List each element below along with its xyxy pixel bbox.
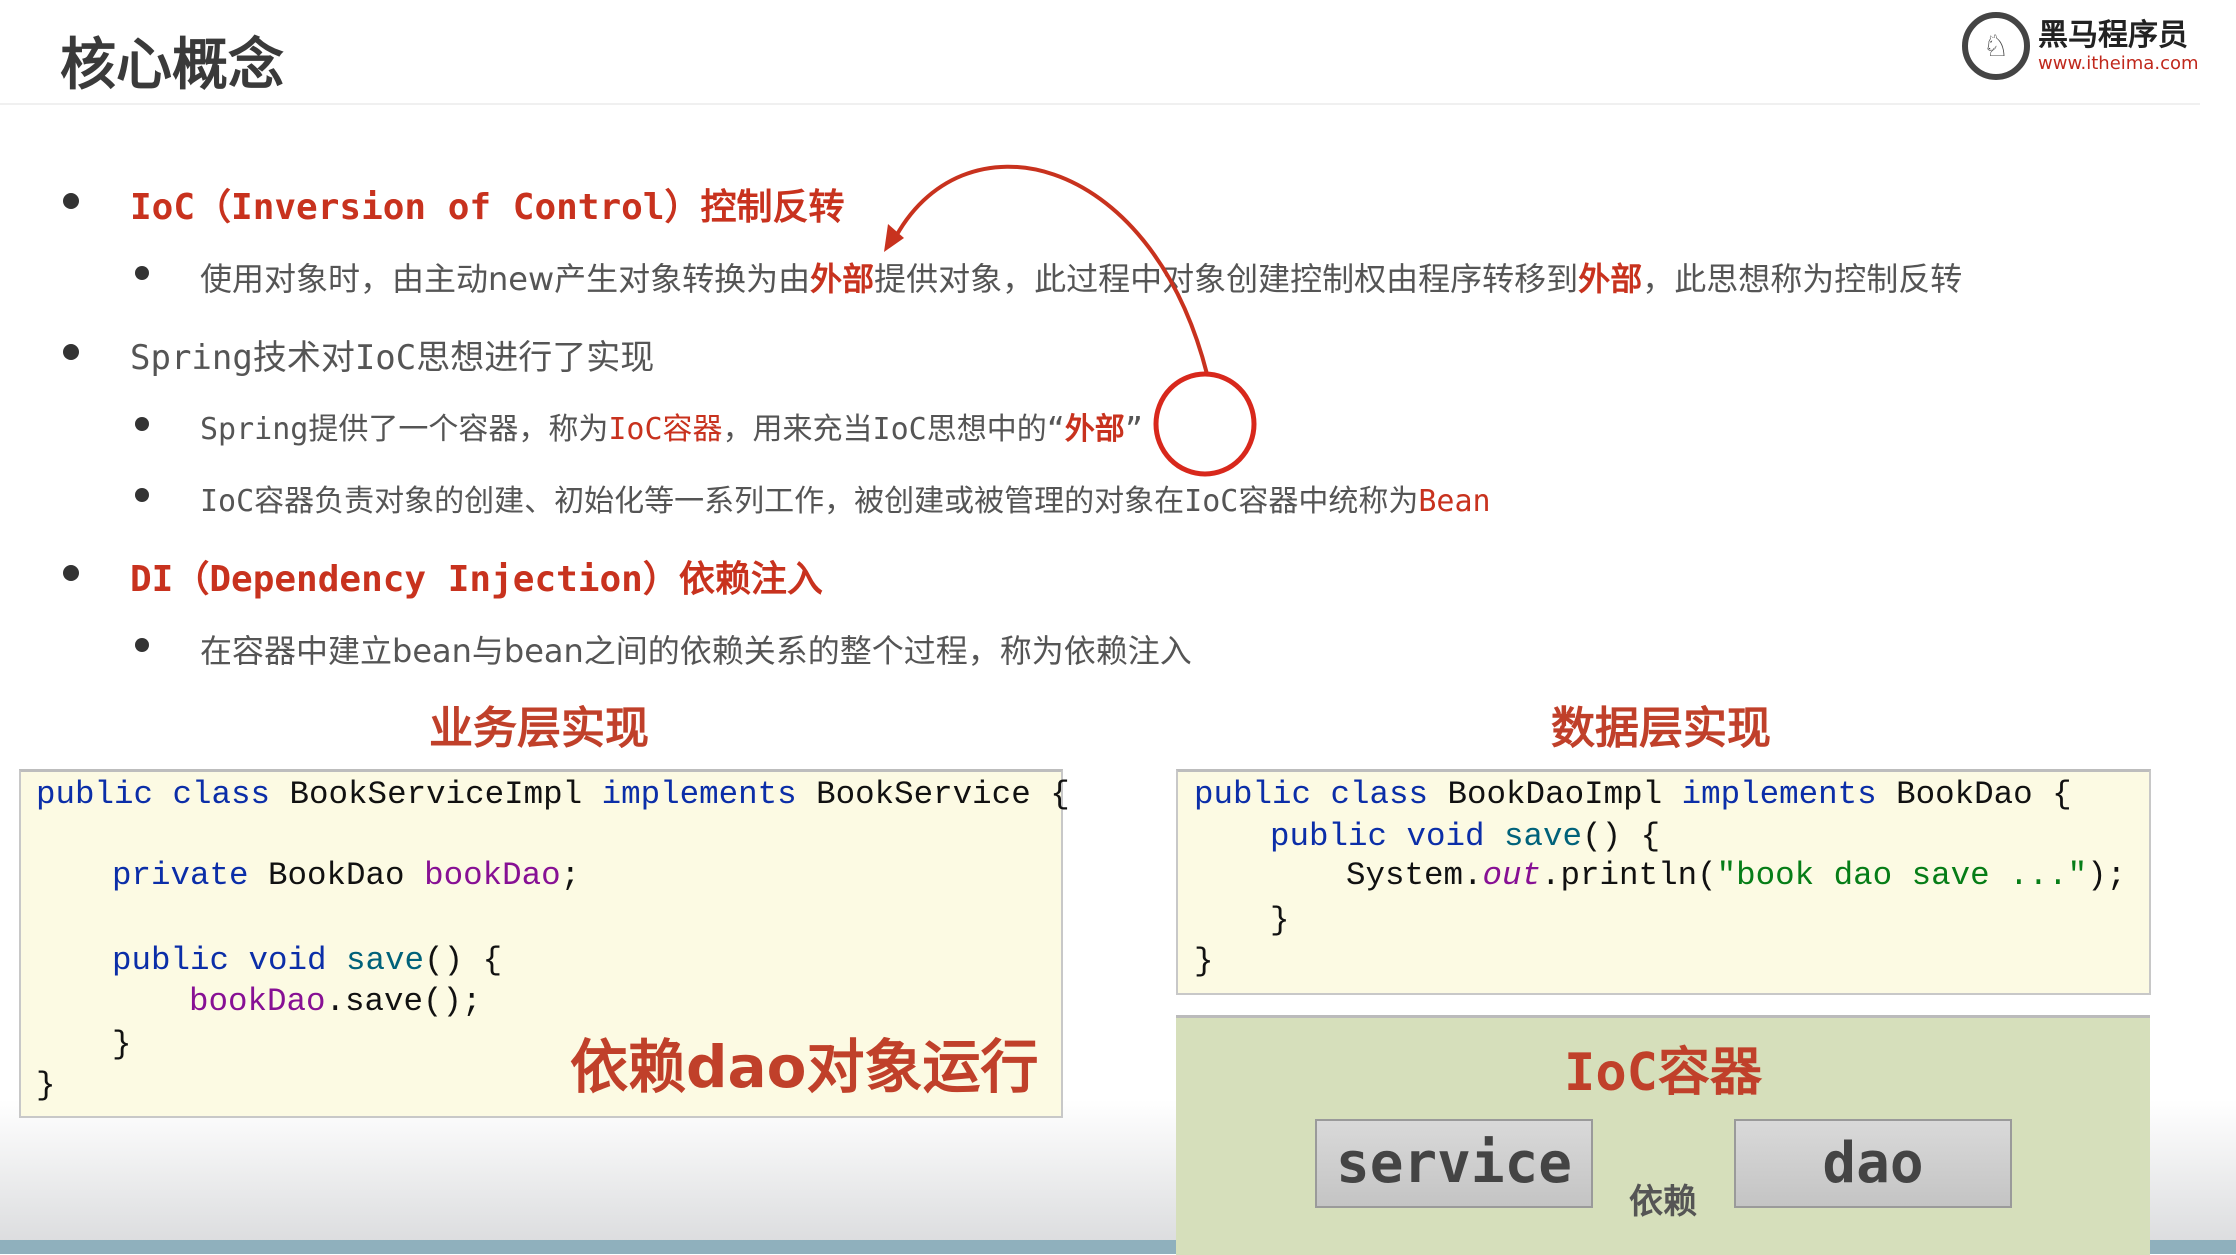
data-layer-heading: 数据层实现 bbox=[1551, 703, 1771, 754]
code-line: } bbox=[36, 1067, 56, 1104]
code-keyword: public class bbox=[1194, 776, 1448, 813]
code-line: public void save() { bbox=[1270, 818, 1660, 855]
code-keyword: implements bbox=[1681, 776, 1897, 813]
code-line: public void save() { bbox=[112, 942, 502, 979]
code-text: .println( bbox=[1541, 857, 1717, 894]
code-text: BookServiceImpl bbox=[289, 776, 602, 813]
highlight-circle bbox=[1153, 371, 1257, 477]
code-keyword: implements bbox=[601, 776, 817, 813]
service-box: service bbox=[1315, 1119, 1593, 1208]
code-line: public class BookDaoImpl implements Book… bbox=[1194, 776, 2072, 813]
code-line: public class BookServiceImpl implements … bbox=[36, 776, 1070, 813]
code-line: bookDao.save(); bbox=[189, 983, 482, 1020]
ioc-container-title: IoC容器 bbox=[1564, 1043, 1762, 1103]
code-keyword: public void bbox=[1270, 818, 1505, 855]
code-field: bookDao bbox=[424, 857, 561, 894]
curved-arrow bbox=[891, 164, 1209, 375]
code-method: save bbox=[346, 942, 425, 979]
code-text: BookService { bbox=[816, 776, 1070, 813]
code-field: out bbox=[1482, 857, 1542, 894]
code-text: .save(); bbox=[325, 983, 482, 1020]
code-keyword: public void bbox=[112, 942, 347, 979]
code-text: () { bbox=[424, 942, 503, 979]
service-layer-heading: 业务层实现 bbox=[429, 703, 649, 754]
code-line: } bbox=[1194, 943, 1214, 980]
code-text: System. bbox=[1346, 857, 1483, 894]
code-text: ; bbox=[560, 857, 581, 894]
dao-box: dao bbox=[1734, 1119, 2012, 1208]
code-string: "book dao save ..." bbox=[1716, 857, 2088, 894]
code-text: BookDao { bbox=[1896, 776, 2072, 813]
code-text: () { bbox=[1582, 818, 1661, 855]
code-text: BookDao bbox=[268, 857, 425, 894]
code-line: System.out.println("book dao save ..."); bbox=[1346, 857, 2126, 894]
dependency-annotation: 依赖dao对象运行 bbox=[570, 1033, 1039, 1101]
code-keyword: public class bbox=[36, 776, 290, 813]
code-text: BookDaoImpl bbox=[1447, 776, 1682, 813]
code-line: private BookDao bookDao; bbox=[112, 857, 580, 894]
code-field: bookDao bbox=[189, 983, 326, 1020]
code-line: } bbox=[1270, 902, 1290, 939]
code-method: save bbox=[1504, 818, 1583, 855]
code-line: } bbox=[112, 1026, 132, 1063]
dependency-label: 依赖 bbox=[1629, 1182, 1697, 1222]
code-keyword: private bbox=[112, 857, 269, 894]
code-text: ); bbox=[2087, 857, 2127, 894]
